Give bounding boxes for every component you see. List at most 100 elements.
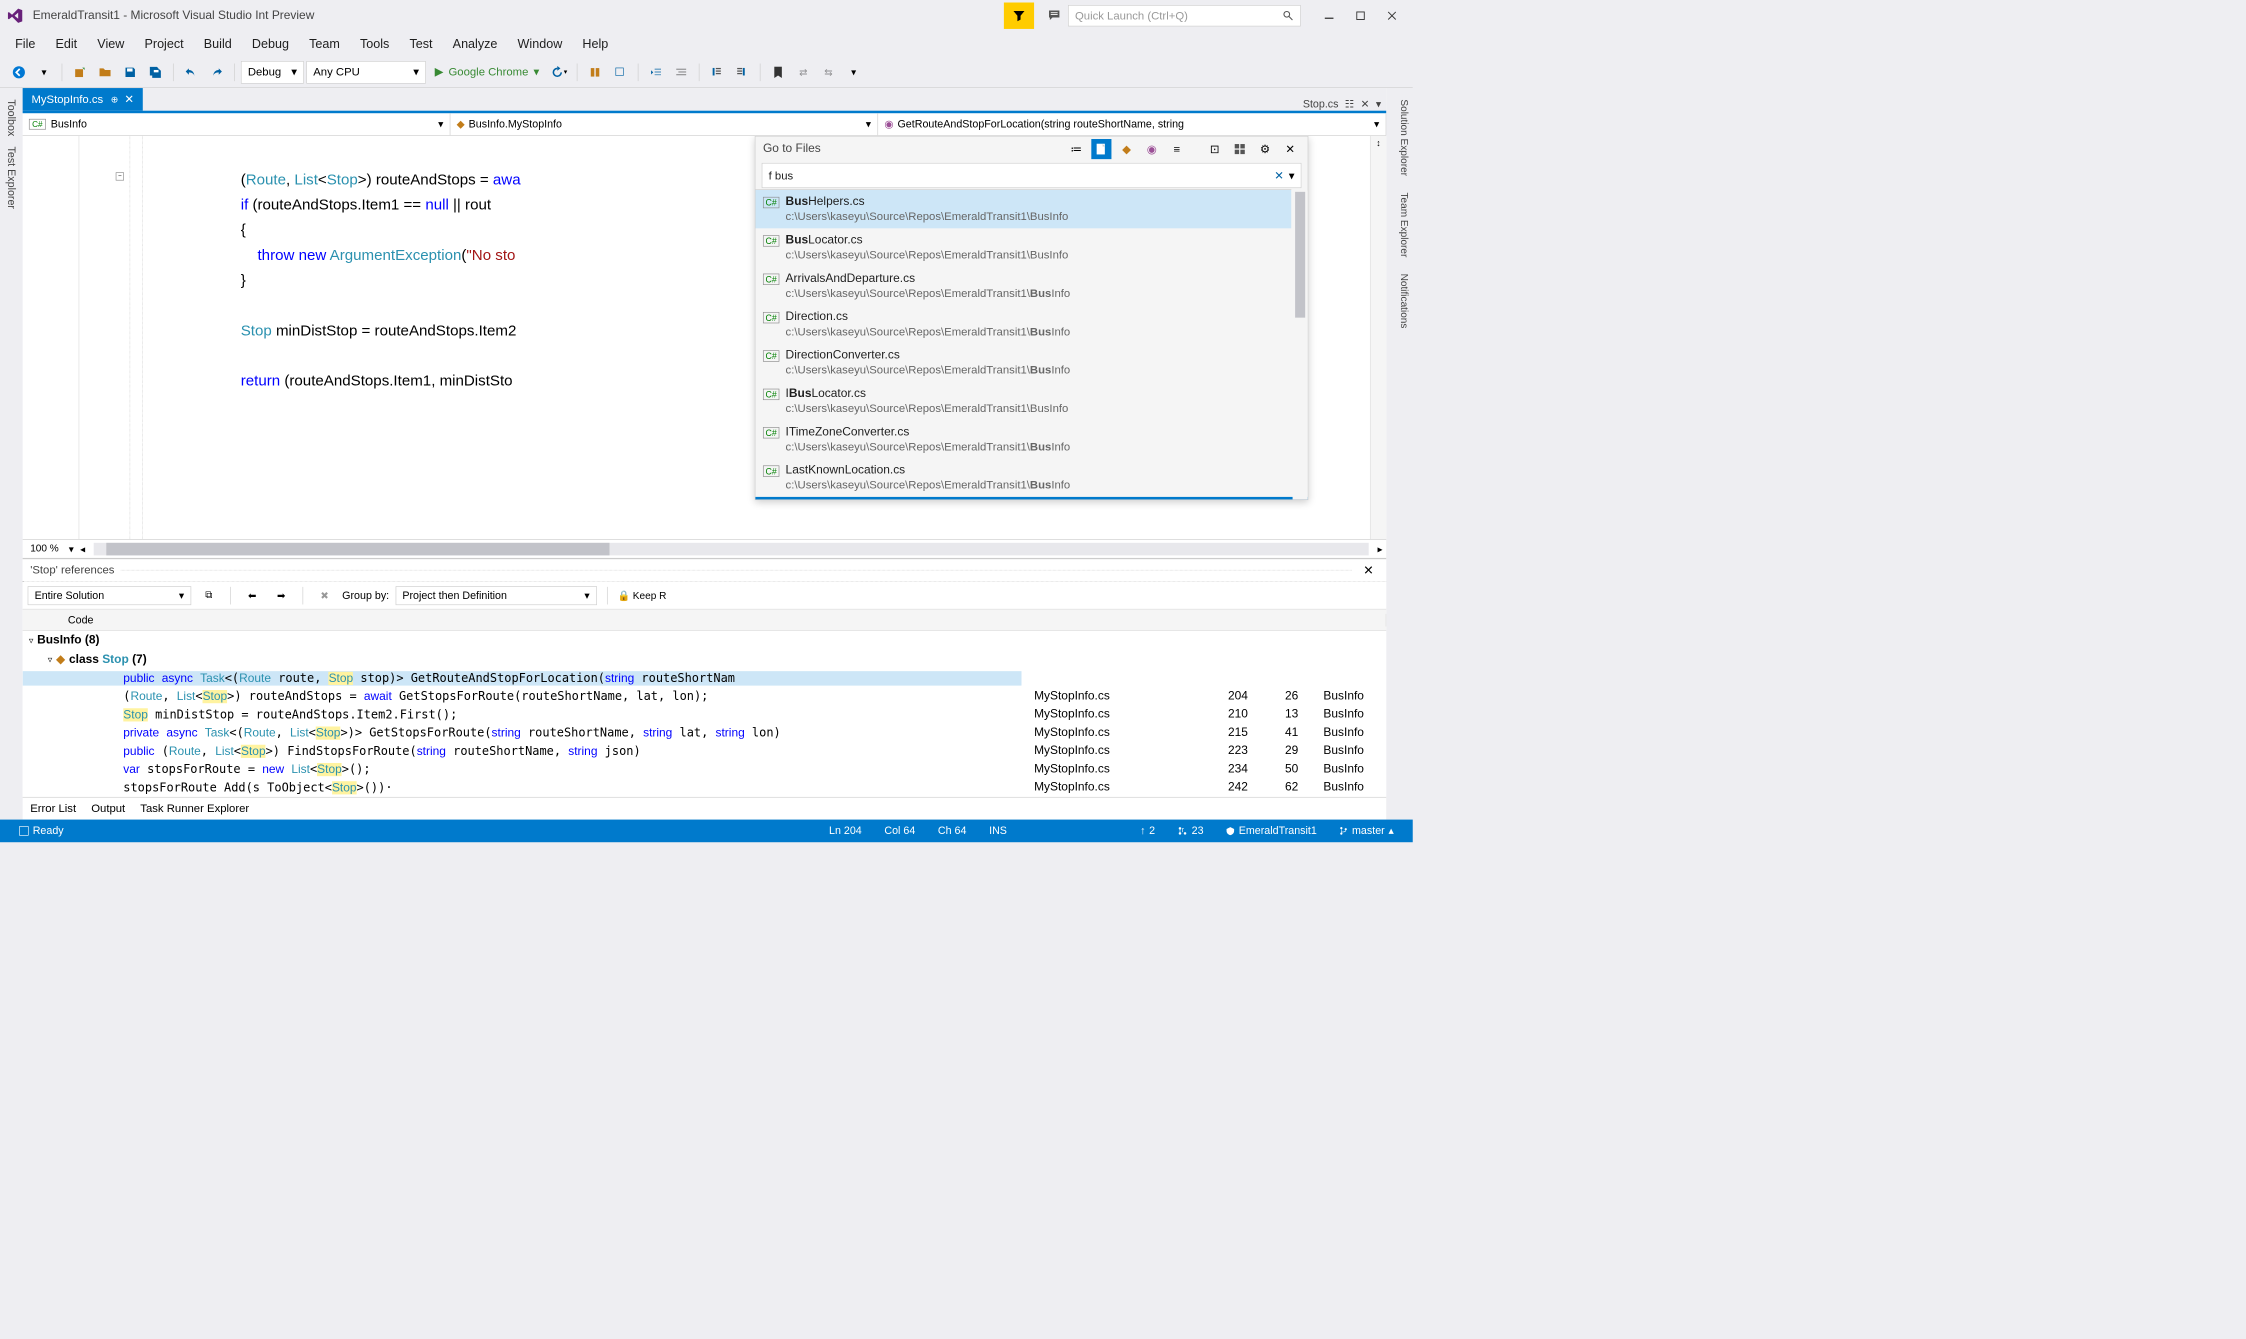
tabs-overflow-icon[interactable]: ☷ <box>1345 98 1355 111</box>
tb-icon-1[interactable] <box>584 61 607 84</box>
error-list-tab[interactable]: Error List <box>30 802 76 815</box>
goto-result-item[interactable]: C#Direction.csc:\Users\kaseyu\Source\Rep… <box>755 305 1291 343</box>
preview-filter-icon[interactable] <box>1004 3 1034 29</box>
save-button[interactable] <box>119 61 142 84</box>
platform-dropdown[interactable]: Any CPU▾ <box>306 61 426 84</box>
feedback-icon[interactable] <box>1043 4 1066 27</box>
refs-row[interactable]: (Route, List<Stop>) routeAndStops = awai… <box>23 687 1387 705</box>
refs-prev-icon[interactable]: ⬅ <box>241 584 264 607</box>
goto-result-item[interactable]: C#BusLocator.csc:\Users\kaseyu\Source\Re… <box>755 228 1291 266</box>
groupby-combo[interactable]: Project then Definition▾ <box>395 586 596 605</box>
status-ch[interactable]: Ch 64 <box>927 825 978 838</box>
tb-icon-2[interactable] <box>609 61 632 84</box>
menu-edit[interactable]: Edit <box>45 33 87 55</box>
refs-row[interactable]: public (Route, List<Stop>) FindStopsForR… <box>23 742 1387 760</box>
zoom-level[interactable]: 100 % <box>23 543 67 554</box>
refs-row[interactable]: var stopsForRoute = new List<Stop>();MyS… <box>23 760 1387 778</box>
goto-member-icon[interactable]: ◉ <box>1142 139 1162 159</box>
team-explorer-tab[interactable]: Team Explorer <box>1390 186 1413 263</box>
type-combo[interactable]: ◆BusInfo.MyStopInfo▾ <box>450 113 878 135</box>
vertical-scrollmap[interactable]: ↕ <box>1370 136 1386 539</box>
menu-help[interactable]: Help <box>572 33 618 55</box>
code-editor[interactable]: − (Route, List<Stop>) routeAndStops = aw… <box>23 136 1387 539</box>
status-ins[interactable]: INS <box>978 825 1129 838</box>
refs-row[interactable]: stopsForRoute Add(s ToObject<Stop>())·My… <box>23 779 1387 797</box>
status-repo[interactable]: EmeraldTransit1 <box>1215 825 1328 838</box>
tb-indent-icon[interactable] <box>670 61 693 84</box>
tb-uncomment-icon[interactable] <box>731 61 754 84</box>
refs-row[interactable]: Stop minDistStop = routeAndStops.Item2.F… <box>23 706 1387 724</box>
pin-icon[interactable]: ⊕ <box>111 94 118 105</box>
nav-back-button[interactable] <box>8 61 31 84</box>
goto-line-icon[interactable]: ≔ <box>1066 139 1086 159</box>
goto-symbol-icon[interactable]: ≡ <box>1167 139 1187 159</box>
scope-combo[interactable]: C#BusInfo▾ <box>23 113 451 135</box>
new-project-button[interactable] <box>69 61 92 84</box>
refs-copy-icon[interactable]: ⧉ <box>198 584 221 607</box>
menu-tools[interactable]: Tools <box>350 33 400 55</box>
tb-more-icon[interactable]: ▾ <box>842 61 865 84</box>
quick-launch-input[interactable]: Quick Launch (Ctrl+Q) <box>1068 5 1301 26</box>
outline-collapse-icon[interactable]: − <box>116 172 124 180</box>
solution-explorer-tab[interactable]: Solution Explorer <box>1390 93 1413 182</box>
config-dropdown[interactable]: Debug▾ <box>241 61 304 84</box>
maximize-button[interactable] <box>1345 3 1376 28</box>
refs-row[interactable]: public async Task<(Route route, Stop sto… <box>23 669 1387 687</box>
save-all-button[interactable] <box>144 61 167 84</box>
menu-build[interactable]: Build <box>194 33 242 55</box>
refs-row[interactable]: private async Task<(Route, List<Stop>)> … <box>23 724 1387 742</box>
goto-view2-icon[interactable] <box>1230 139 1250 159</box>
notifications-tab[interactable]: Notifications <box>1390 267 1413 334</box>
menu-file[interactable]: File <box>5 33 45 55</box>
nav-forward-button[interactable]: ▾ <box>33 61 56 84</box>
close-tab-icon[interactable]: ✕ <box>124 93 133 106</box>
tabs-close-icon[interactable]: ✕ <box>1361 98 1370 111</box>
status-line[interactable]: Ln 204 <box>818 825 873 838</box>
refs-scope-combo[interactable]: Entire Solution▾ <box>28 586 192 605</box>
refs-clear-icon[interactable]: ✖ <box>313 584 336 607</box>
menu-team[interactable]: Team <box>299 33 350 55</box>
status-pr[interactable]: 23 <box>1166 825 1214 838</box>
active-tab[interactable]: MyStopInfo.cs ⊕ ✕ <box>23 88 143 111</box>
goto-result-item[interactable]: C#ITimeZoneConverter.csc:\Users\kaseyu\S… <box>755 420 1291 458</box>
goto-type-icon[interactable]: ◆ <box>1116 139 1136 159</box>
tb-lines-icon[interactable]: ⇄ <box>792 61 815 84</box>
status-publish[interactable]: ↑ 2 <box>1129 825 1167 838</box>
refs-next-icon[interactable]: ➡ <box>270 584 293 607</box>
menu-window[interactable]: Window <box>507 33 572 55</box>
horizontal-scrollbar[interactable] <box>94 543 1369 556</box>
close-button[interactable] <box>1376 3 1407 28</box>
goto-result-item[interactable]: C#IBusLocator.csc:\Users\kaseyu\Source\R… <box>755 382 1291 420</box>
tb-lines2-icon[interactable]: ⇆ <box>817 61 840 84</box>
goto-scrollbar[interactable] <box>1293 191 1308 500</box>
redo-button[interactable] <box>205 61 228 84</box>
start-debug-button[interactable]: Google Chrome ▾ <box>428 61 545 84</box>
status-branch[interactable]: master ▴ <box>1328 825 1405 838</box>
goto-result-item[interactable]: C#ArrivalsAndDeparture.csc:\Users\kaseyu… <box>755 267 1291 305</box>
open-file-button[interactable] <box>94 61 117 84</box>
goto-result-item[interactable]: C#DirectionConverter.csc:\Users\kaseyu\S… <box>755 343 1291 381</box>
minimize-button[interactable] <box>1313 3 1344 28</box>
col-code[interactable]: Code <box>60 614 1386 627</box>
refs-close-icon[interactable]: ✕ <box>1358 560 1379 581</box>
menu-test[interactable]: Test <box>399 33 442 55</box>
tb-bookmark-icon[interactable] <box>767 61 790 84</box>
tb-outdent-icon[interactable] <box>645 61 668 84</box>
output-tab[interactable]: Output <box>91 802 125 815</box>
goto-result-item[interactable]: C#LastKnownLocation.csc:\Users\kaseyu\So… <box>755 459 1291 497</box>
clear-search-icon[interactable]: ✕ <box>1274 169 1283 182</box>
goto-view1-icon[interactable]: ⊡ <box>1205 139 1225 159</box>
task-runner-tab[interactable]: Task Runner Explorer <box>140 802 249 815</box>
status-col[interactable]: Col 64 <box>873 825 927 838</box>
undo-button[interactable] <box>180 61 203 84</box>
goto-result-item[interactable]: C#BusHelpers.csc:\Users\kaseyu\Source\Re… <box>755 190 1291 228</box>
menu-view[interactable]: View <box>87 33 134 55</box>
goto-file-icon[interactable] <box>1091 139 1111 159</box>
test-explorer-tab[interactable]: Test Explorer <box>5 141 18 213</box>
tb-comment-icon[interactable] <box>706 61 729 84</box>
refs-group-class[interactable]: ▿◆class Stop (7) <box>23 650 1387 669</box>
member-combo[interactable]: ◉GetRouteAndStopForLocation(string route… <box>878 113 1386 135</box>
refs-group-project[interactable]: ▿BusInfo (8) <box>23 631 1387 650</box>
goto-search-input[interactable]: f bus ✕ ▾ <box>762 163 1302 188</box>
preview-tab[interactable]: Stop.cs <box>1303 98 1339 111</box>
